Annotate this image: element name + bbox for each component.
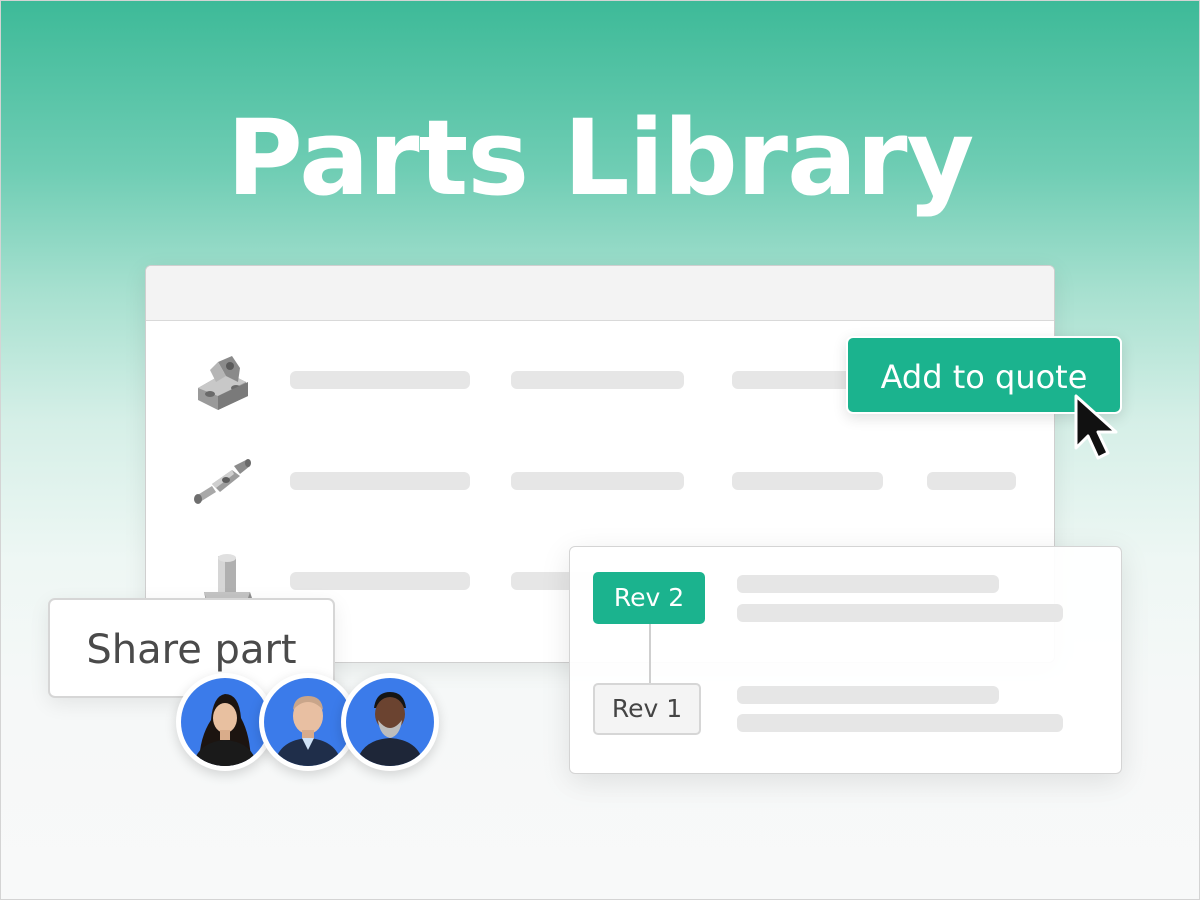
- placeholder-bar: [732, 472, 883, 490]
- placeholder-bar: [737, 575, 999, 593]
- placeholder-bar: [927, 472, 1016, 490]
- avatar[interactable]: [341, 673, 439, 771]
- table-header: [146, 266, 1054, 321]
- bracket-part-icon: [188, 352, 258, 412]
- shaft-part-icon: [188, 452, 258, 512]
- placeholder-bar: [737, 604, 1063, 622]
- avatar-woman-icon: [181, 678, 269, 766]
- placeholder-bar: [737, 686, 999, 704]
- placeholder-bar: [290, 572, 470, 590]
- placeholder-bar: [737, 714, 1063, 732]
- avatar-man-beard-icon: [346, 678, 434, 766]
- revision-badge-rev-1[interactable]: Rev 1: [593, 683, 701, 735]
- page-title: Parts Library: [226, 97, 975, 219]
- cursor-arrow-icon: [1070, 392, 1130, 462]
- revision-history-panel: Rev 2 Rev 1: [569, 546, 1122, 774]
- revision-connector: [649, 624, 651, 683]
- placeholder-bar: [511, 472, 684, 490]
- table-row[interactable]: [146, 430, 1054, 530]
- placeholder-bar: [511, 371, 684, 389]
- placeholder-bar: [290, 371, 470, 389]
- placeholder-bar: [290, 472, 470, 490]
- revision-badge-rev-2[interactable]: Rev 2: [593, 572, 705, 624]
- avatar-man-icon: [264, 678, 352, 766]
